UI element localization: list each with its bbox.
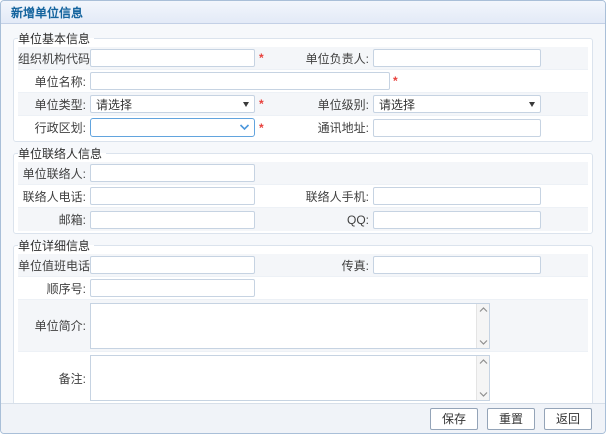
admin-region-combobox[interactable] bbox=[90, 118, 255, 137]
section-detail-legend: 单位详细信息 bbox=[18, 237, 94, 254]
unit-name-label: 单位名称: bbox=[18, 73, 86, 90]
unit-intro-textarea[interactable] bbox=[91, 304, 476, 348]
required-marker: * bbox=[259, 52, 273, 64]
seq-no-input[interactable] bbox=[90, 279, 255, 297]
unit-type-select[interactable]: 请选择 bbox=[90, 95, 255, 113]
org-code-input[interactable] bbox=[90, 49, 255, 67]
section-detail-info: 单位详细信息 单位值班电话: 传真: 顺序号: 单位简介: bbox=[13, 237, 593, 403]
scroll-down-icon[interactable] bbox=[479, 339, 488, 345]
leader-label: 单位负责人: bbox=[277, 50, 369, 67]
contact-phone-label: 联络人电话: bbox=[18, 188, 86, 205]
row-unit-intro: 单位简介: bbox=[18, 300, 588, 352]
dialog-title: 新增单位信息 bbox=[11, 4, 83, 21]
unit-level-select[interactable]: 请选择 bbox=[373, 95, 541, 113]
save-button[interactable]: 保存 bbox=[430, 408, 478, 430]
back-button[interactable]: 返回 bbox=[544, 408, 592, 430]
chevron-down-icon bbox=[239, 124, 250, 131]
row-duty-phone: 单位值班电话: 传真: bbox=[18, 254, 588, 277]
unit-level-value: 请选择 bbox=[379, 96, 415, 113]
remark-textarea[interactable] bbox=[91, 356, 476, 400]
unit-intro-field bbox=[90, 303, 490, 349]
scroll-down-icon[interactable] bbox=[479, 391, 488, 397]
caret-down-icon bbox=[243, 102, 249, 107]
email-label: 邮箱: bbox=[18, 211, 86, 228]
org-code-label: 组织机构代码: bbox=[18, 50, 86, 67]
section-basic-legend: 单位基本信息 bbox=[18, 30, 94, 47]
row-unit-type: 单位类型: 请选择 * 单位级别: 请选择 bbox=[18, 93, 588, 116]
section-basic-info: 单位基本信息 组织机构代码: * 单位负责人: 单位名称: * 单位类型: 请选… bbox=[13, 30, 593, 142]
contact-person-input[interactable] bbox=[90, 164, 255, 182]
admin-region-label: 行政区划: bbox=[18, 119, 86, 136]
qq-input[interactable] bbox=[373, 211, 541, 229]
address-input[interactable] bbox=[373, 119, 541, 137]
contact-person-label: 单位联络人: bbox=[18, 165, 86, 182]
required-marker: * bbox=[259, 122, 273, 134]
row-contact-person: 单位联络人: bbox=[18, 162, 588, 185]
unit-intro-scrollbar[interactable] bbox=[476, 304, 489, 348]
required-marker: * bbox=[259, 98, 273, 110]
row-seq-no: 顺序号: bbox=[18, 277, 588, 300]
reset-button[interactable]: 重置 bbox=[487, 408, 535, 430]
unit-intro-label: 单位简介: bbox=[18, 317, 86, 334]
scroll-up-icon[interactable] bbox=[479, 359, 488, 365]
section-contact-legend: 单位联络人信息 bbox=[18, 145, 106, 162]
add-unit-dialog: 新增单位信息 单位基本信息 组织机构代码: * 单位负责人: 单位名称: * 单… bbox=[0, 0, 606, 434]
footer-bar: 保存 重置 返回 bbox=[1, 403, 605, 433]
leader-input[interactable] bbox=[373, 49, 541, 67]
form-content: 单位基本信息 组织机构代码: * 单位负责人: 单位名称: * 单位类型: 请选… bbox=[1, 24, 605, 403]
unit-type-label: 单位类型: bbox=[18, 96, 86, 113]
row-remark: 备注: bbox=[18, 352, 588, 403]
contact-mobile-input[interactable] bbox=[373, 187, 541, 205]
remark-field bbox=[90, 355, 490, 401]
dialog-header: 新增单位信息 bbox=[1, 1, 605, 24]
email-input[interactable] bbox=[90, 211, 255, 229]
unit-level-label: 单位级别: bbox=[277, 96, 369, 113]
unit-name-input[interactable] bbox=[90, 72, 390, 90]
section-contact-info: 单位联络人信息 单位联络人: 联络人电话: 联络人手机: 邮箱: QQ: bbox=[13, 145, 593, 234]
seq-no-label: 顺序号: bbox=[18, 280, 86, 297]
contact-mobile-label: 联络人手机: bbox=[277, 188, 369, 205]
fax-label: 传真: bbox=[277, 257, 369, 274]
row-org-code: 组织机构代码: * 单位负责人: bbox=[18, 47, 588, 70]
qq-label: QQ: bbox=[277, 213, 369, 227]
address-label: 通讯地址: bbox=[277, 119, 369, 136]
fax-input[interactable] bbox=[373, 256, 541, 274]
duty-phone-input[interactable] bbox=[90, 256, 255, 274]
row-contact-phone: 联络人电话: 联络人手机: bbox=[18, 185, 588, 208]
contact-phone-input[interactable] bbox=[90, 187, 255, 205]
row-admin-region: 行政区划: * 通讯地址: bbox=[18, 116, 588, 139]
duty-phone-label: 单位值班电话: bbox=[18, 257, 86, 274]
row-email: 邮箱: QQ: bbox=[18, 208, 588, 231]
remark-label: 备注: bbox=[18, 370, 86, 387]
scroll-up-icon[interactable] bbox=[479, 307, 488, 313]
caret-down-icon bbox=[529, 102, 535, 107]
unit-type-value: 请选择 bbox=[96, 96, 132, 113]
row-unit-name: 单位名称: * bbox=[18, 70, 588, 93]
required-marker: * bbox=[393, 75, 541, 87]
remark-scrollbar[interactable] bbox=[476, 356, 489, 400]
